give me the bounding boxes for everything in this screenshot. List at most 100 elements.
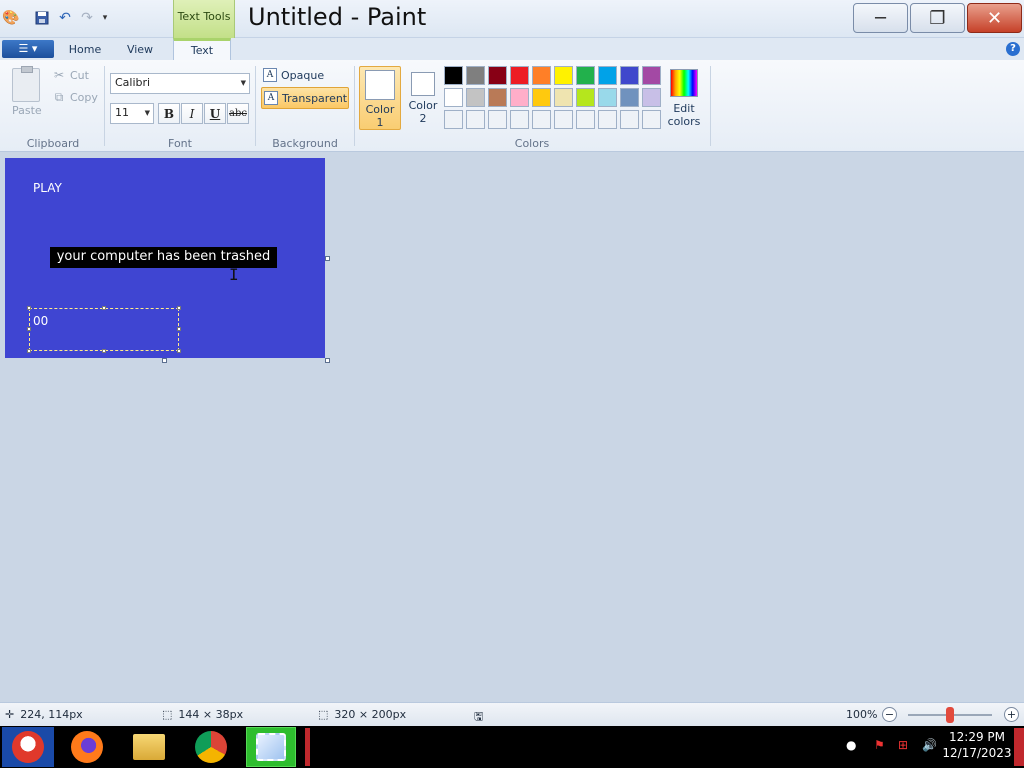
tab-home[interactable]: Home bbox=[58, 40, 112, 60]
volume-icon[interactable]: 🔊 bbox=[922, 738, 937, 752]
colors-group-label: Colors bbox=[514, 137, 550, 150]
opaque-label: Opaque bbox=[281, 68, 325, 82]
strikethrough-button[interactable]: abc bbox=[227, 103, 249, 124]
canvas-resize-handle-bottom[interactable] bbox=[162, 358, 167, 363]
cursor-position-value: 224, 114px bbox=[20, 708, 83, 721]
disk-size: 🖫 bbox=[474, 708, 483, 727]
palette-empty-swatch[interactable] bbox=[532, 110, 551, 129]
zoom-out-button[interactable]: − bbox=[882, 707, 897, 722]
palette-color-swatch[interactable] bbox=[642, 66, 661, 85]
palette-empty-swatch[interactable] bbox=[488, 110, 507, 129]
canvas-resize-handle-corner[interactable] bbox=[325, 358, 330, 363]
palette-color-swatch[interactable] bbox=[598, 66, 617, 85]
text-box-handle[interactable] bbox=[102, 349, 106, 353]
copy-button[interactable]: ⧉ Copy bbox=[52, 90, 98, 105]
color1-number: 1 bbox=[376, 116, 384, 129]
italic-button[interactable]: I bbox=[181, 103, 203, 124]
palette-empty-swatch[interactable] bbox=[510, 110, 529, 129]
customize-quick-access-icon[interactable]: ▾ bbox=[96, 9, 114, 27]
palette-empty-swatch[interactable] bbox=[576, 110, 595, 129]
palette-color-swatch[interactable] bbox=[466, 66, 485, 85]
tab-text[interactable]: Text bbox=[173, 38, 231, 60]
palette-color-swatch[interactable] bbox=[576, 88, 595, 107]
tab-view[interactable]: View bbox=[114, 40, 166, 60]
font-family-select[interactable]: Calibri ▼ bbox=[110, 73, 250, 94]
palette-color-swatch[interactable] bbox=[620, 66, 639, 85]
drawing-canvas[interactable]: PLAY your computer has been trashed 00 I bbox=[5, 158, 325, 358]
text-box-handle[interactable] bbox=[177, 349, 181, 353]
palette-color-swatch[interactable] bbox=[620, 88, 639, 107]
paint-app-icon[interactable]: 🎨 bbox=[2, 9, 20, 27]
minimize-icon: ─ bbox=[875, 7, 886, 29]
tray-clock[interactable]: 12:29 PM 12/17/2023 bbox=[940, 729, 1014, 761]
palette-color-swatch[interactable] bbox=[554, 66, 573, 85]
text-tools-context-label: Text Tools bbox=[173, 0, 235, 38]
edit-colors-label-line1: Edit bbox=[673, 102, 695, 115]
palette-empty-swatch[interactable] bbox=[466, 110, 485, 129]
text-box-handle[interactable] bbox=[27, 349, 31, 353]
underline-button[interactable]: U bbox=[204, 103, 226, 124]
taskbar-paint[interactable] bbox=[246, 727, 296, 767]
image-size-value: 320 × 200px bbox=[334, 708, 407, 721]
text-box-handle[interactable] bbox=[177, 327, 181, 331]
taskbar-file-explorer[interactable] bbox=[124, 727, 174, 767]
start-button[interactable] bbox=[2, 727, 54, 767]
action-center-icon[interactable]: ⚑ bbox=[874, 738, 885, 752]
save-icon[interactable] bbox=[33, 9, 51, 27]
palette-color-swatch[interactable] bbox=[532, 88, 551, 107]
palette-color-swatch[interactable] bbox=[444, 66, 463, 85]
zoom-slider-thumb[interactable] bbox=[946, 707, 954, 723]
opaque-button[interactable]: A Opaque bbox=[261, 64, 349, 86]
restore-button[interactable]: ❐ bbox=[910, 3, 965, 33]
edit-colors-label-line2: colors bbox=[667, 115, 701, 128]
cut-button[interactable]: ✂ Cut bbox=[52, 68, 89, 82]
show-desktop-button[interactable] bbox=[1014, 728, 1024, 766]
bold-button[interactable]: B bbox=[158, 103, 180, 124]
ribbon: Paste ✂ Cut ⧉ Copy Clipboard Calibri ▼ 11 ▼ … bbox=[0, 60, 1024, 152]
palette-color-swatch[interactable] bbox=[488, 66, 507, 85]
text-box-handle[interactable] bbox=[27, 327, 31, 331]
taskbar-firefox[interactable] bbox=[62, 727, 112, 767]
minimize-button[interactable]: ─ bbox=[853, 3, 908, 33]
image-size: ⬚ 320 × 200px bbox=[318, 708, 406, 721]
palette-empty-swatch[interactable] bbox=[598, 110, 617, 129]
palette-color-swatch[interactable] bbox=[642, 88, 661, 107]
palette-color-swatch[interactable] bbox=[444, 88, 463, 107]
color2-selector[interactable]: Color 2 bbox=[402, 66, 444, 130]
palette-empty-swatch[interactable] bbox=[620, 110, 639, 129]
help-icon[interactable]: ? bbox=[1006, 42, 1020, 56]
palette-color-swatch[interactable] bbox=[488, 88, 507, 107]
zoom-in-button[interactable]: + bbox=[1004, 707, 1019, 722]
palette-empty-swatch[interactable] bbox=[554, 110, 573, 129]
palette-color-swatch[interactable] bbox=[510, 66, 529, 85]
palette-color-swatch[interactable] bbox=[576, 66, 595, 85]
palette-color-swatch[interactable] bbox=[510, 88, 529, 107]
undo-icon[interactable]: ↶ bbox=[56, 9, 74, 27]
chevron-down-icon: ▼ bbox=[240, 79, 246, 87]
network-icon[interactable]: ⊞ bbox=[898, 738, 908, 752]
palette-color-swatch[interactable] bbox=[598, 88, 617, 107]
taskbar-chrome[interactable] bbox=[186, 727, 236, 767]
paint-menu-button[interactable]: ☰ ▾ bbox=[2, 40, 54, 58]
paste-icon[interactable] bbox=[12, 66, 40, 102]
active-text-box[interactable]: 00 bbox=[27, 306, 181, 353]
selection-size: ⬚ 144 × 38px bbox=[162, 708, 243, 721]
font-size-select[interactable]: 11 ▼ bbox=[110, 103, 154, 124]
paste-button-label[interactable]: Paste bbox=[12, 104, 42, 117]
palette-color-swatch[interactable] bbox=[532, 66, 551, 85]
palette-empty-swatch[interactable] bbox=[642, 110, 661, 129]
edit-colors-button[interactable]: Edit colors bbox=[664, 66, 704, 130]
canvas-workspace[interactable]: PLAY your computer has been trashed 00 I bbox=[0, 153, 1024, 702]
color1-selector[interactable]: Color 1 bbox=[359, 66, 401, 130]
text-box-handle[interactable] bbox=[177, 306, 181, 310]
redo-icon[interactable]: ↷ bbox=[78, 9, 96, 27]
text-box-handle[interactable] bbox=[27, 306, 31, 310]
transparent-button[interactable]: A Transparent bbox=[261, 87, 349, 109]
palette-empty-swatch[interactable] bbox=[444, 110, 463, 129]
canvas-resize-handle-right[interactable] bbox=[325, 256, 330, 261]
close-button[interactable]: ✕ bbox=[967, 3, 1022, 33]
text-box-handle[interactable] bbox=[102, 306, 106, 310]
palette-color-swatch[interactable] bbox=[466, 88, 485, 107]
color-palette bbox=[444, 66, 664, 130]
palette-color-swatch[interactable] bbox=[554, 88, 573, 107]
